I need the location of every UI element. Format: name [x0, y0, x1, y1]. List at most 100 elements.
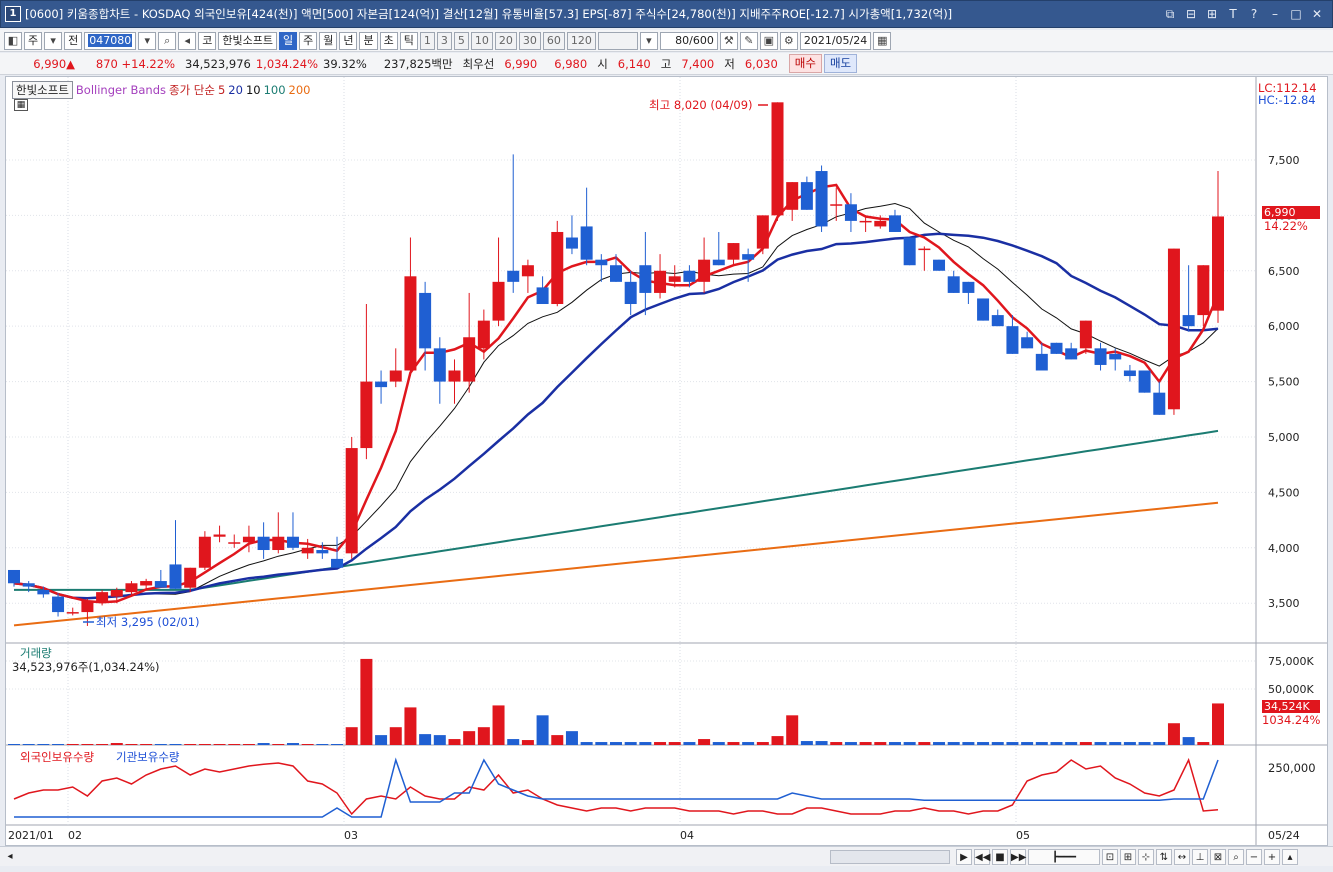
- zoom-out-icon[interactable]: −: [1246, 849, 1262, 865]
- speaker-icon[interactable]: ◂: [178, 31, 197, 50]
- candle-body: [375, 381, 388, 388]
- interval-120-button[interactable]: 120: [566, 31, 596, 50]
- scroll-left-icon[interactable]: ◂: [2, 849, 18, 865]
- legend-stock-name[interactable]: 한빛소프트: [12, 81, 73, 99]
- period-week-button[interactable]: 주: [299, 31, 318, 50]
- candle-body: [977, 298, 990, 321]
- playback-controls: ▶ ◀◀ ■ ▶▶ ┣━━━ ⊡ ⊞ ⊹ ⇅ ↔ ⊥ ⊠ ⌕ − + ▴: [956, 849, 1298, 865]
- interval-1-button[interactable]: 1: [419, 31, 435, 50]
- chevron-down-icon[interactable]: ▾: [44, 31, 63, 50]
- candle-body: [668, 276, 681, 282]
- scroll-up-icon[interactable]: ▴: [1282, 849, 1298, 865]
- volume-bar: [22, 744, 35, 745]
- volume-bar: [37, 744, 50, 745]
- candle-body: [1138, 370, 1151, 393]
- chart-type-icon[interactable]: ◧: [4, 31, 22, 50]
- minimize-button[interactable]: –: [1266, 5, 1284, 23]
- close-button[interactable]: ✕: [1308, 5, 1326, 23]
- period-minute-button[interactable]: 분: [359, 31, 378, 50]
- snapshot-icon[interactable]: ⊞: [1120, 849, 1136, 865]
- candle-body: [286, 536, 299, 548]
- chart-panel[interactable]: 7,5007,0006,5006,0005,5005,0004,5004,000…: [5, 76, 1328, 846]
- stock-code-input[interactable]: 047080: [84, 31, 137, 50]
- forward-icon[interactable]: ▶▶: [1010, 849, 1026, 865]
- help-icon[interactable]: ?: [1245, 5, 1263, 23]
- legend-bollinger[interactable]: Bollinger Bands: [76, 83, 166, 97]
- period-sub-select[interactable]: 전: [64, 31, 83, 50]
- candle-body: [184, 567, 197, 588]
- chart-toolbar: ◧ 주 ▾ 전 047080 ▾ ⌕ ◂ 코 한빛소프트 일 주 월 년 분 초…: [0, 30, 1333, 52]
- interval-60-button[interactable]: 60: [542, 31, 565, 50]
- volume-bar: [1006, 742, 1019, 745]
- volume-bar: [375, 735, 388, 745]
- date-field[interactable]: 2021/05/24: [799, 31, 872, 50]
- interval-custom-input[interactable]: [597, 31, 638, 50]
- tile-icon[interactable]: ⊟: [1182, 5, 1200, 23]
- chart-scrollbar[interactable]: ◂ ▶ ◀◀ ■ ▶▶ ┣━━━ ⊡ ⊞ ⊹ ⇅ ↔ ⊥ ⊠ ⌕ − + ▴: [0, 846, 1333, 866]
- interval-3-button[interactable]: 3: [436, 31, 452, 50]
- candle-body: [1021, 337, 1034, 349]
- split-icon[interactable]: ⊥: [1192, 849, 1208, 865]
- save-icon[interactable]: ▣: [759, 31, 778, 50]
- scroll-track[interactable]: [830, 850, 950, 864]
- interval-30-button[interactable]: 30: [518, 31, 541, 50]
- price-tick-label: 4,500: [1268, 486, 1300, 499]
- chevron-down-icon[interactable]: ▾: [639, 31, 658, 50]
- magnifier-icon[interactable]: ⌕: [1228, 849, 1244, 865]
- candle-body: [844, 204, 857, 221]
- range-icon[interactable]: ↔: [1174, 849, 1190, 865]
- candle-body: [624, 281, 637, 305]
- count-field[interactable]: 80/600: [659, 31, 718, 50]
- grid-icon[interactable]: ⊞: [1203, 5, 1221, 23]
- period-month-button[interactable]: 월: [319, 31, 338, 50]
- volume-bar: [301, 744, 314, 745]
- export-icon[interactable]: ⊠: [1210, 849, 1226, 865]
- calendar-icon[interactable]: ▦: [873, 31, 892, 50]
- legend-ma200[interactable]: 200: [289, 83, 311, 97]
- play-icon[interactable]: ▶: [956, 849, 972, 865]
- holdings-inst-title[interactable]: 기관보유수량: [116, 749, 179, 765]
- interval-20-button[interactable]: 20: [494, 31, 517, 50]
- buy-button[interactable]: 매수: [788, 54, 822, 73]
- indicator-icon[interactable]: ⚒: [719, 31, 738, 50]
- zoom-in-icon[interactable]: +: [1264, 849, 1280, 865]
- interval-5-button[interactable]: 5: [453, 31, 469, 50]
- period-day-button[interactable]: 일: [278, 31, 298, 50]
- sell-button[interactable]: 매도: [823, 54, 858, 73]
- stop-icon[interactable]: ■: [992, 849, 1008, 865]
- text-icon[interactable]: T: [1224, 5, 1242, 23]
- candle-body: [1182, 315, 1195, 327]
- period-year-button[interactable]: 년: [339, 31, 358, 50]
- zoom-fit-icon[interactable]: ⊡: [1102, 849, 1118, 865]
- gear-icon[interactable]: ⚙: [779, 31, 798, 50]
- crosshair-icon[interactable]: ⊹: [1138, 849, 1154, 865]
- volume-bar: [1094, 742, 1107, 745]
- legend-ma10[interactable]: 10: [246, 83, 261, 97]
- period-second-button[interactable]: 초: [379, 31, 398, 50]
- rewind-icon[interactable]: ◀◀: [974, 849, 990, 865]
- compare-icon[interactable]: ⇅: [1156, 849, 1172, 865]
- ma200-line: [13, 501, 1219, 627]
- interval-10-button[interactable]: 10: [470, 31, 493, 50]
- hc-label: HC:-12.84: [1258, 93, 1316, 107]
- legend-ma-label[interactable]: 종가 단순: [169, 82, 215, 98]
- period-main-select[interactable]: 주: [24, 31, 43, 50]
- maximize-button[interactable]: □: [1287, 5, 1305, 23]
- grid-toggle-icon[interactable]: ▦: [14, 99, 28, 111]
- speed-slider[interactable]: ┣━━━: [1028, 849, 1100, 865]
- chart-canvas[interactable]: 7,5007,0006,5006,0005,5005,0004,5004,000…: [6, 77, 1327, 845]
- legend-ma5[interactable]: 5: [218, 83, 225, 97]
- volume-bar: [345, 727, 358, 745]
- period-tick-button[interactable]: 틱: [399, 31, 418, 50]
- dropdown-icon[interactable]: ▾: [138, 31, 157, 50]
- legend-ma20[interactable]: 20: [228, 83, 243, 97]
- stock-name-field[interactable]: 한빛소프트: [218, 31, 277, 50]
- ma100-line: [14, 429, 1219, 591]
- search-icon[interactable]: ⌕: [158, 31, 177, 50]
- legend-ma100[interactable]: 100: [264, 83, 286, 97]
- volume-bar: [419, 734, 432, 745]
- holdings-foreign-title[interactable]: 외국인보유수량: [20, 749, 94, 765]
- volume-bar: [184, 744, 197, 745]
- restore-layout-icon[interactable]: ⧉: [1161, 5, 1179, 23]
- draw-tool-icon[interactable]: ✎: [739, 31, 758, 50]
